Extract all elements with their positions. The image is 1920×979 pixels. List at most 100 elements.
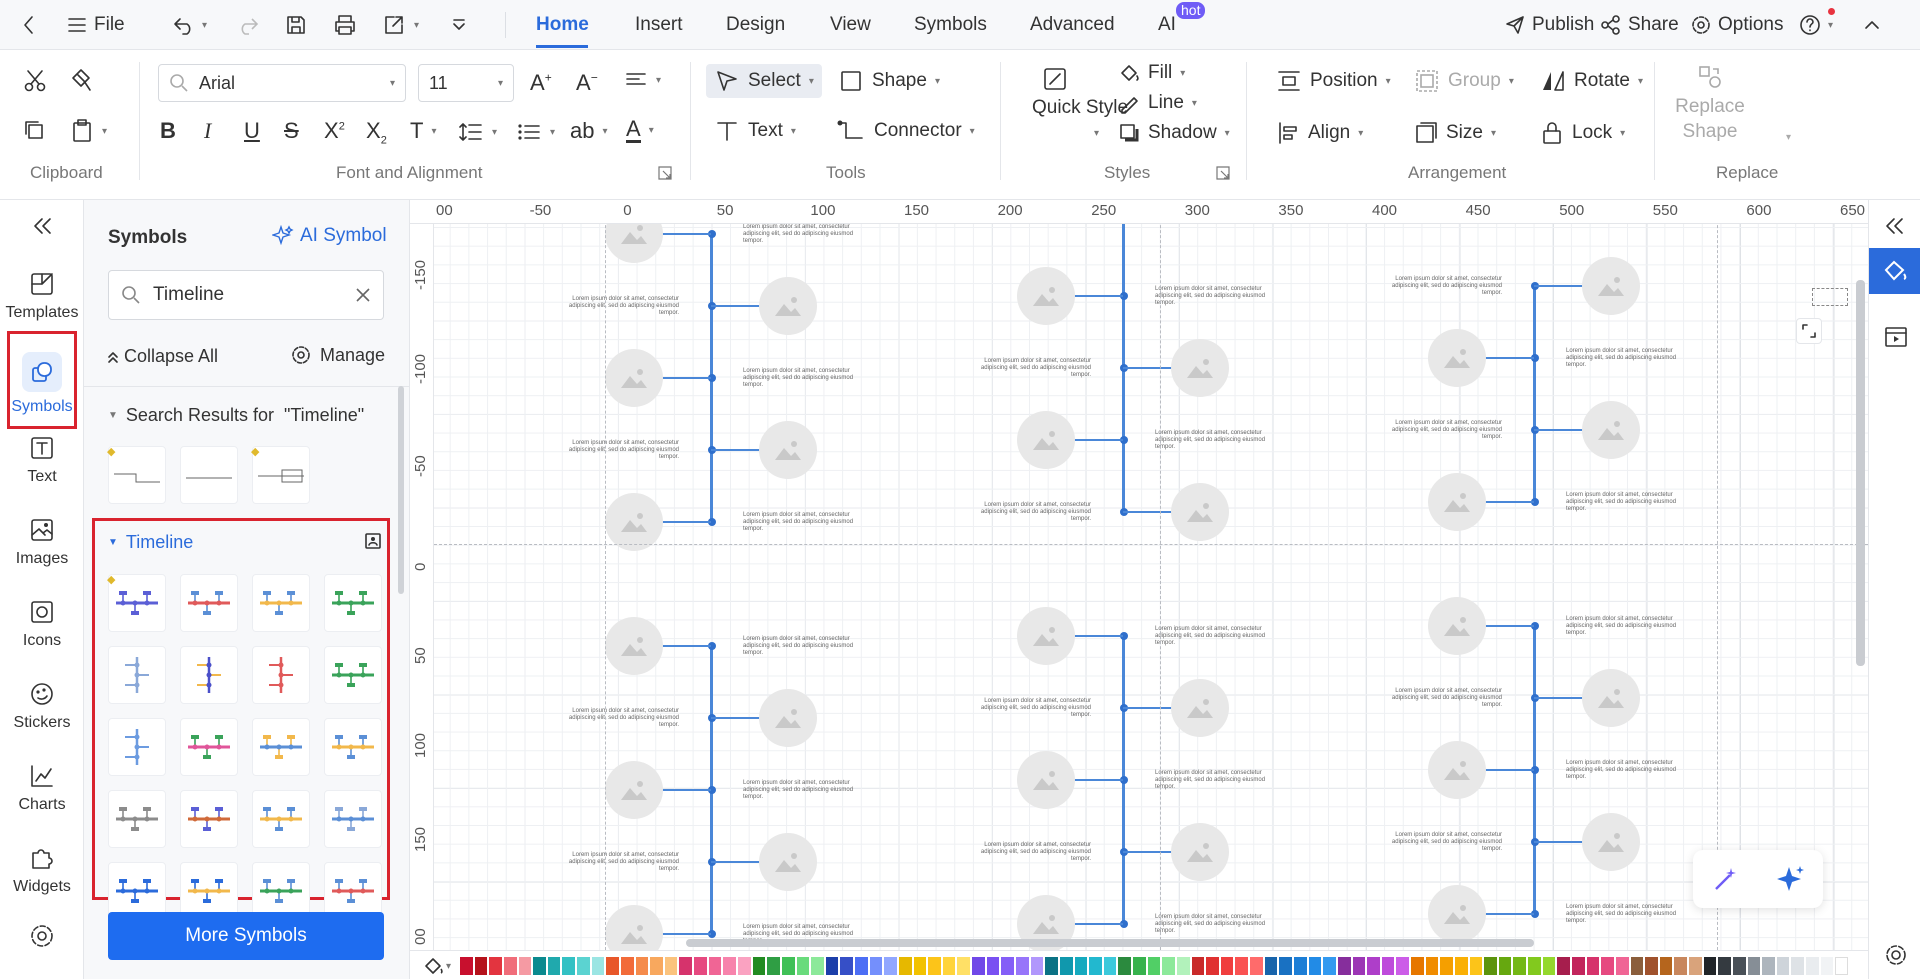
timeline-symbol-1[interactable]: ◆	[107, 574, 166, 632]
color-swatch[interactable]	[620, 957, 634, 975]
lorem-text[interactable]: Lorem ipsum dolor sit amet, consectetur …	[1384, 688, 1502, 709]
color-swatch[interactable]	[1776, 957, 1790, 975]
color-swatch[interactable]	[1454, 957, 1468, 975]
bold-button[interactable]: B	[160, 118, 176, 144]
strikethrough-button[interactable]: S	[284, 118, 299, 144]
color-swatch[interactable]	[1337, 957, 1351, 975]
timeline-symbol-4[interactable]	[324, 574, 382, 632]
font-color-button[interactable]: A ▾	[626, 118, 654, 143]
color-swatch[interactable]	[869, 957, 883, 975]
options-button[interactable]: Options	[1690, 10, 1783, 40]
bullet-list-button[interactable]: ▾	[516, 120, 555, 144]
dialog-launcher-icon[interactable]	[658, 166, 672, 180]
rail-item-templates[interactable]: Templates	[0, 270, 84, 322]
color-swatch[interactable]	[606, 957, 619, 975]
timeline-symbol-2[interactable]	[180, 574, 238, 632]
color-swatch[interactable]	[825, 957, 839, 975]
lorem-text[interactable]: Lorem ipsum dolor sit amet, consectetur …	[1155, 286, 1273, 307]
timeline-symbol-5[interactable]	[108, 646, 166, 704]
lorem-text[interactable]: Lorem ipsum dolor sit amet, consectetur …	[1155, 626, 1273, 647]
lorem-text[interactable]: Lorem ipsum dolor sit amet, consectetur …	[1155, 914, 1273, 935]
timeline-symbol-11[interactable]	[252, 718, 310, 776]
color-swatch[interactable]	[1689, 957, 1702, 975]
expand-right-panel-button[interactable]	[1881, 214, 1907, 238]
italic-button[interactable]: I	[204, 118, 211, 144]
lorem-text[interactable]: Lorem ipsum dolor sit amet, consectetur …	[561, 852, 679, 873]
select-tool-button[interactable]: Select ▾	[706, 64, 822, 98]
timeline-section-header[interactable]: ▼ Timeline	[108, 532, 193, 553]
tab-ai[interactable]: AI	[1158, 14, 1176, 36]
image-placeholder[interactable]	[759, 277, 817, 335]
color-swatch[interactable]	[928, 957, 941, 975]
color-swatch[interactable]	[562, 957, 576, 975]
color-swatch[interactable]	[752, 957, 766, 975]
color-swatch[interactable]	[1206, 957, 1219, 975]
lorem-text[interactable]: Lorem ipsum dolor sit amet, consectetur …	[1155, 770, 1273, 791]
lorem-text[interactable]: Lorem ipsum dolor sit amet, consectetur …	[1566, 492, 1684, 513]
color-swatch[interactable]	[942, 957, 956, 975]
color-swatch[interactable]	[1674, 957, 1688, 975]
lorem-text[interactable]: Lorem ipsum dolor sit amet, consectetur …	[1566, 904, 1684, 925]
redo-button[interactable]	[236, 10, 260, 40]
size-button[interactable]: Size ▾	[1414, 120, 1496, 146]
lorem-text[interactable]: Lorem ipsum dolor sit amet, consectetur …	[1384, 832, 1502, 853]
timeline-symbol-13[interactable]	[108, 790, 166, 848]
rail-item-icons[interactable]: Icons	[0, 598, 84, 650]
lorem-text[interactable]: Lorem ipsum dolor sit amet, consectetur …	[561, 440, 679, 461]
horizontal-scrollbar[interactable]	[686, 939, 1534, 947]
color-swatch[interactable]	[1059, 957, 1073, 975]
color-swatch[interactable]	[591, 957, 605, 975]
lorem-text[interactable]: Lorem ipsum dolor sit amet, consectetur …	[743, 224, 861, 245]
color-swatch[interactable]	[1162, 957, 1175, 975]
presentation-panel-button[interactable]	[1883, 324, 1909, 350]
copy-button[interactable]	[22, 118, 46, 142]
color-swatch[interactable]	[664, 957, 678, 975]
result-symbol-2[interactable]	[180, 446, 238, 504]
lorem-text[interactable]: Lorem ipsum dolor sit amet, consectetur …	[973, 842, 1091, 863]
lorem-text[interactable]: Lorem ipsum dolor sit amet, consectetur …	[1155, 430, 1273, 451]
shadow-button[interactable]: Shadow ▾	[1118, 122, 1230, 144]
color-swatch[interactable]	[679, 957, 693, 975]
tab-advanced[interactable]: Advanced	[1030, 14, 1115, 36]
timeline-symbol-10[interactable]	[180, 718, 238, 776]
color-swatch[interactable]	[972, 957, 985, 975]
lorem-text[interactable]: Lorem ipsum dolor sit amet, consectetur …	[743, 512, 861, 533]
fill-button[interactable]: Fill ▾	[1118, 62, 1185, 84]
result-symbol-3[interactable]: ◆	[251, 446, 310, 504]
color-swatch[interactable]	[1250, 957, 1263, 975]
tab-design[interactable]: Design	[726, 14, 785, 36]
collapse-ribbon-button[interactable]	[1862, 10, 1882, 40]
text-style-button[interactable]: T ▾	[410, 118, 436, 144]
library-icon[interactable]	[364, 532, 382, 550]
color-swatch[interactable]	[460, 957, 473, 975]
color-swatch[interactable]	[1191, 957, 1205, 975]
image-placeholder[interactable]	[1582, 669, 1640, 727]
undo-button[interactable]: ▾	[172, 10, 207, 40]
color-swatch[interactable]	[1381, 957, 1395, 975]
color-swatch[interactable]	[1308, 957, 1322, 975]
image-placeholder[interactable]	[1017, 751, 1075, 809]
manage-button[interactable]: Manage	[290, 344, 385, 366]
color-swatch[interactable]	[1528, 957, 1541, 975]
color-swatch[interactable]	[1703, 957, 1717, 975]
color-swatch[interactable]	[884, 957, 897, 975]
image-placeholder[interactable]	[605, 761, 663, 819]
color-swatch[interactable]	[986, 957, 1000, 975]
text-case-button[interactable]: ab ▾	[570, 118, 608, 144]
color-swatch[interactable]	[694, 957, 707, 975]
color-swatch[interactable]	[1133, 957, 1146, 975]
color-swatch[interactable]	[1323, 957, 1336, 975]
color-swatch[interactable]	[1718, 957, 1731, 975]
rail-item-widgets[interactable]: Widgets	[0, 844, 84, 896]
color-swatch[interactable]	[1659, 957, 1673, 975]
line-spacing-button[interactable]: ▾	[458, 120, 497, 144]
symbol-search-input[interactable]: Timeline	[108, 270, 384, 320]
page-settings-button[interactable]	[1883, 942, 1909, 968]
vertical-scrollbar[interactable]	[1856, 280, 1865, 666]
timeline-symbol-16[interactable]	[324, 790, 382, 848]
timeline-symbol-7[interactable]	[252, 646, 310, 704]
color-swatch[interactable]	[1615, 957, 1629, 975]
drawing-canvas[interactable]: Lorem ipsum dolor sit amet, consectetur …	[410, 200, 1868, 950]
color-swatch[interactable]	[796, 957, 810, 975]
color-swatch[interactable]	[533, 957, 546, 975]
